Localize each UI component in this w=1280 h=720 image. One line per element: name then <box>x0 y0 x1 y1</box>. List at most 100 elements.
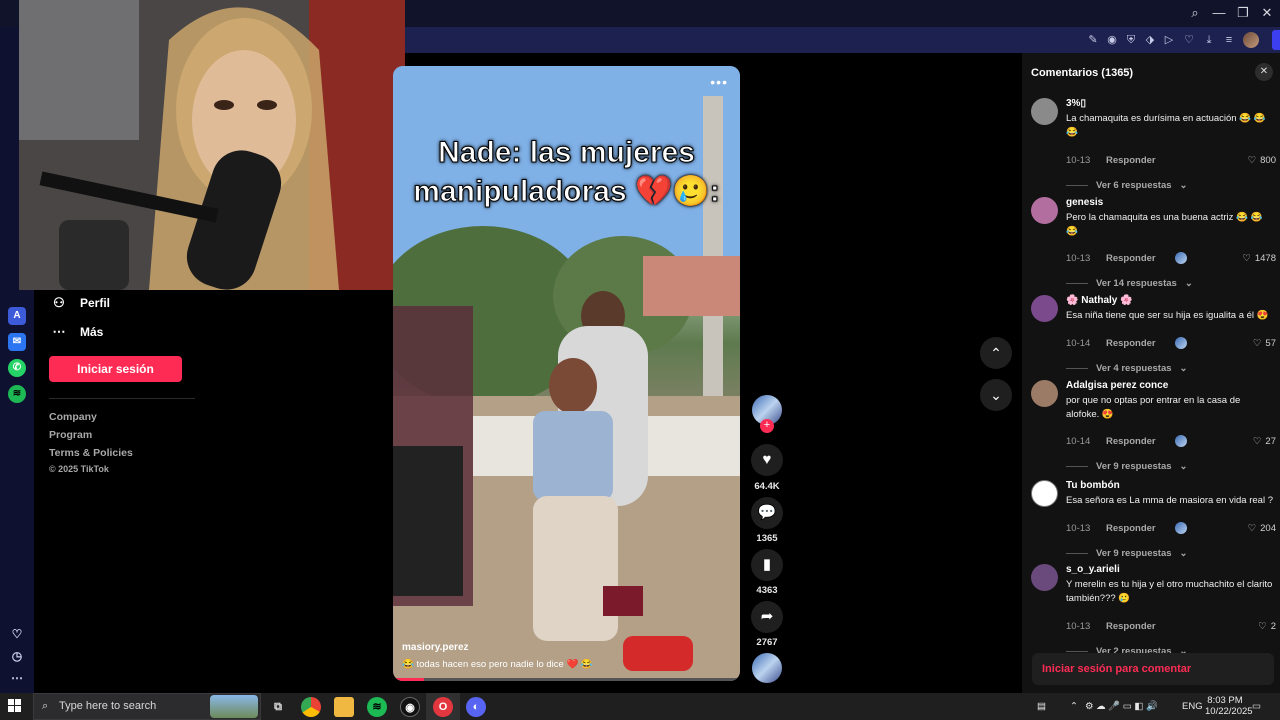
view-replies-button[interactable]: Ver 14 respuestas ⌄ <box>1066 278 1193 289</box>
language-indicator[interactable]: ENG <box>1182 693 1203 720</box>
notifications-icon[interactable]: ▭ <box>1252 693 1261 720</box>
creator-liked-icon <box>1175 337 1187 349</box>
player-icon[interactable]: ▷ <box>1161 32 1177 48</box>
comment-date: 10-14 <box>1066 338 1091 349</box>
spotify-taskbar-icon[interactable]: ≋ <box>367 697 387 717</box>
messenger-icon[interactable]: ✉ <box>8 333 26 351</box>
history-icon[interactable]: ◷ <box>8 647 26 665</box>
share-button[interactable]: ➦ <box>751 601 783 633</box>
aria-icon[interactable]: A <box>8 307 26 325</box>
previous-video-button[interactable]: ⌃ <box>980 337 1012 369</box>
view-replies-button[interactable]: Ver 9 respuestas ⌄ <box>1066 461 1188 472</box>
comment-avatar[interactable] <box>1031 295 1058 322</box>
login-button[interactable]: Iniciar sesión <box>49 356 182 382</box>
reply-button[interactable]: Responder <box>1106 523 1156 534</box>
minimize-button[interactable]: — <box>1208 4 1230 22</box>
comment-avatar[interactable] <box>1031 564 1058 591</box>
view-replies-button[interactable]: Ver 9 respuestas ⌄ <box>1066 548 1188 559</box>
nav-more[interactable]: ⋯ Más <box>52 322 104 342</box>
footer-link-program[interactable]: Program <box>49 429 92 441</box>
close-comments-button[interactable]: ✕ <box>1255 63 1273 81</box>
comment-button[interactable]: 💬 <box>751 497 783 529</box>
comments-title: Comentarios (1365) <box>1031 67 1134 79</box>
comment-meta: 10-14 Responder ♡ 57 <box>1066 337 1276 349</box>
replies-divider <box>1066 553 1088 554</box>
comment-like-button[interactable]: ♡ 204 <box>1248 523 1276 534</box>
comment-username[interactable]: Tu bombón <box>1066 480 1120 491</box>
webcam-overlay <box>19 0 405 290</box>
profile-avatar[interactable] <box>1243 32 1259 48</box>
whatsapp-icon[interactable]: ✆ <box>8 359 26 377</box>
menu-icon[interactable]: ≡ <box>1221 32 1237 48</box>
share-count: 2767 <box>756 637 778 648</box>
view-replies-button[interactable]: Ver 6 respuestas ⌄ <box>1066 180 1188 191</box>
comment-like-count: 1478 <box>1254 253 1276 264</box>
comment-username[interactable]: s_o_y.arieli <box>1066 564 1120 575</box>
like-button[interactable]: ♥ <box>751 444 783 476</box>
share-icon: ➦ <box>760 608 774 625</box>
video-author[interactable]: masiory.perez <box>402 642 469 653</box>
close-window-button[interactable]: ✕ <box>1256 4 1278 22</box>
comment-like-button[interactable]: ♡ 800 <box>1248 155 1276 166</box>
login-to-comment-button[interactable]: Iniciar sesión para comentar <box>1032 653 1274 685</box>
camera-icon[interactable]: ◉ <box>1104 32 1120 48</box>
footer-link-terms[interactable]: Terms & Policies <box>49 447 133 459</box>
comment-like-button[interactable]: ♡ 2 <box>1258 621 1276 632</box>
reply-button[interactable]: Responder <box>1106 338 1156 349</box>
heart-icon[interactable]: ♡ <box>8 625 26 643</box>
clock[interactable]: 8:03 PM 10/22/2025 <box>1205 692 1253 717</box>
spotify-icon[interactable]: ≋ <box>8 385 26 403</box>
comment-like-button[interactable]: ♡ 57 <box>1253 338 1276 349</box>
video-player[interactable]: ••• Nade: las mujeres manipuladoras 💔🥲: … <box>393 66 740 681</box>
comment-count: 1365 <box>756 533 778 544</box>
video-more-icon[interactable]: ••• <box>710 74 728 90</box>
comment-avatar[interactable] <box>1031 98 1058 125</box>
reply-button[interactable]: Responder <box>1106 621 1156 632</box>
comment-username[interactable]: 🌸 Nathaly 🌸 <box>1066 295 1133 306</box>
extensions-icon[interactable]: ⬗ <box>1142 32 1158 48</box>
chevron-up-icon: ⌃ <box>990 345 1002 361</box>
download-icon[interactable]: ⤓ <box>1201 32 1217 48</box>
widgets-icon[interactable]: ▤ <box>1037 693 1046 720</box>
taskbar-search-input[interactable]: ⌕ Type here to search <box>33 693 261 720</box>
reply-button[interactable]: Responder <box>1106 155 1156 166</box>
reply-button[interactable]: Responder <box>1106 436 1156 447</box>
reply-button[interactable]: Responder <box>1106 253 1156 264</box>
comment-username[interactable]: genesis <box>1066 197 1103 208</box>
edit-icon[interactable]: ✎ <box>1085 32 1101 48</box>
task-view-icon[interactable]: ⧉ <box>268 697 288 717</box>
comment-text: La chamaquita es durísima en actuación 😂… <box>1066 113 1266 138</box>
search-tabs-icon[interactable]: ⌕ <box>1184 4 1206 22</box>
windows-start-icon[interactable] <box>8 699 22 713</box>
comment-like-button[interactable]: ♡ 27 <box>1253 436 1276 447</box>
creator-liked-icon <box>1175 435 1187 447</box>
nav-profile[interactable]: ⚇ Perfil <box>52 293 110 313</box>
video-progress-track[interactable] <box>393 678 740 681</box>
weather-widget-icon[interactable] <box>210 695 258 718</box>
comment-like-button[interactable]: ♡ 1478 <box>1242 253 1276 264</box>
more-icon[interactable]: ⋯ <box>8 669 26 687</box>
chrome-icon[interactable] <box>301 697 321 717</box>
follow-plus-icon[interactable]: + <box>760 419 774 433</box>
comment-avatar[interactable] <box>1031 480 1058 507</box>
next-video-button[interactable]: ⌄ <box>980 379 1012 411</box>
tray-app-icons[interactable]: ⚙ ☁ 🎤 ▭ ◧ 🔊 <box>1085 693 1158 720</box>
streamer-image <box>19 0 405 290</box>
nav-more-label: Más <box>80 325 104 339</box>
comment-username[interactable]: Adalgisa perez conce <box>1066 380 1168 391</box>
divider <box>49 398 195 399</box>
discord-icon[interactable]: ◐ <box>466 697 486 717</box>
comment-avatar[interactable] <box>1031 380 1058 407</box>
comment-avatar[interactable] <box>1031 197 1058 224</box>
comment-username[interactable]: 3%▯ <box>1066 98 1086 109</box>
music-disc-icon[interactable] <box>752 653 782 683</box>
file-explorer-icon[interactable] <box>334 697 354 717</box>
tray-overflow-icon[interactable]: ⌃ <box>1070 693 1078 720</box>
save-button[interactable]: ▮ <box>751 549 783 581</box>
maximize-button[interactable]: ❐ <box>1232 4 1254 22</box>
shield-icon[interactable]: ⛨ <box>1123 32 1139 48</box>
footer-link-company[interactable]: Company <box>49 411 97 423</box>
obs-icon[interactable]: ◉ <box>400 697 420 717</box>
favorites-icon[interactable]: ♡ <box>1181 32 1197 48</box>
view-replies-button[interactable]: Ver 4 respuestas ⌄ <box>1066 363 1188 374</box>
